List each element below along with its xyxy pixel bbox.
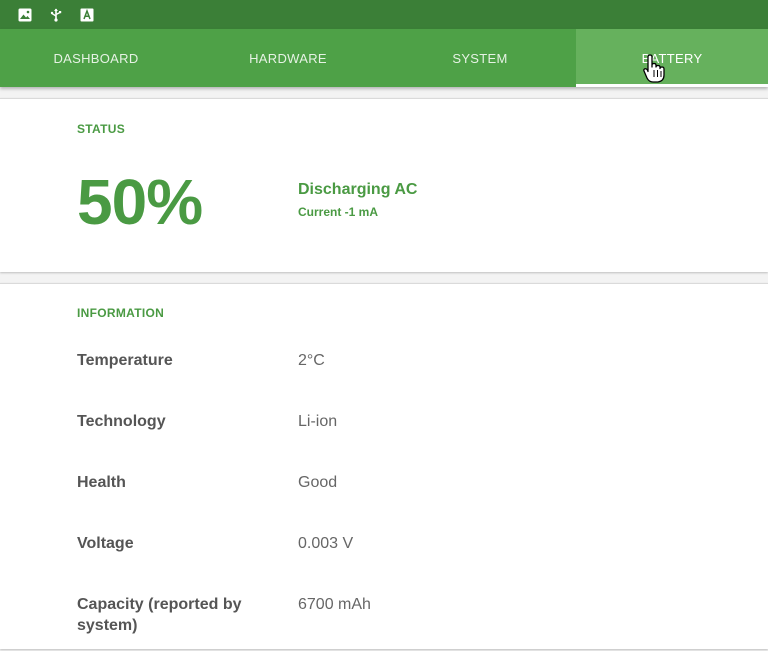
info-label-voltage: Voltage (77, 535, 134, 552)
info-value-health: Good (298, 474, 338, 491)
info-value-technology: Li-ion (298, 413, 338, 430)
status-card: STATUS 50% Discharging AC Current -1 mA (0, 98, 768, 272)
usb-icon (49, 8, 63, 22)
current-reading: Current -1 mA (298, 205, 379, 219)
charging-state: Discharging AC (298, 181, 418, 198)
battery-percent: 50% (77, 166, 203, 238)
information-card: INFORMATION Temperature 2°C Technology L… (0, 283, 768, 649)
info-label-capacity: Capacity (reported by system) (77, 596, 242, 634)
info-label-health: Health (77, 474, 126, 491)
tab-dashboard[interactable]: DASHBOARD (0, 29, 192, 87)
image-icon (18, 8, 32, 22)
tab-hardware[interactable]: HARDWARE (192, 29, 384, 87)
info-label-technology: Technology (77, 413, 166, 430)
info-value-temperature: 2°C (298, 352, 325, 369)
hand-cursor-icon (642, 54, 666, 84)
status-section-title: STATUS (77, 122, 126, 136)
text-icon (80, 8, 94, 22)
info-value-voltage: 0.003 V (298, 535, 354, 552)
tab-system[interactable]: SYSTEM (384, 29, 576, 87)
info-label-temperature: Temperature (77, 352, 173, 369)
info-value-capacity: 6700 mAh (298, 596, 371, 613)
information-section-title: INFORMATION (77, 306, 165, 320)
status-bar (0, 0, 768, 29)
tab-battery[interactable]: BATTERY (576, 29, 768, 87)
